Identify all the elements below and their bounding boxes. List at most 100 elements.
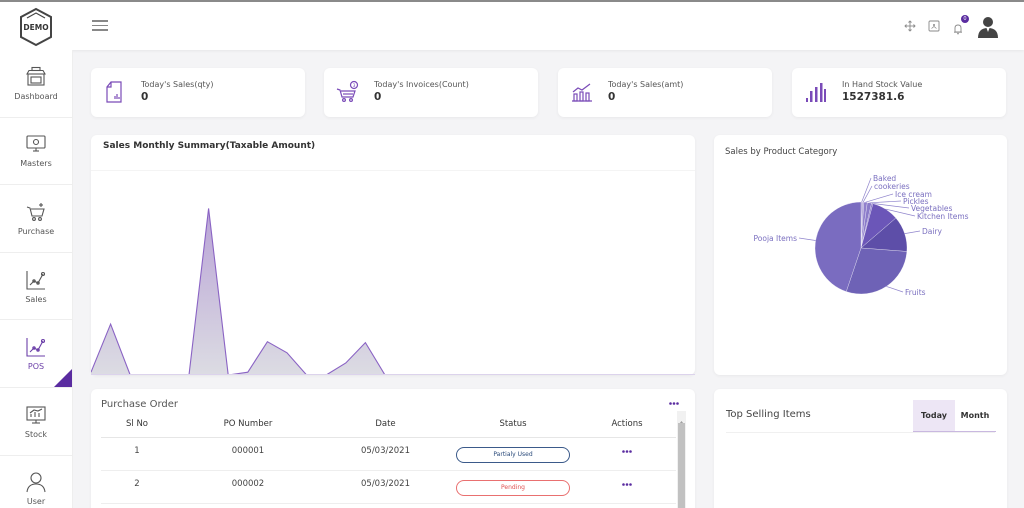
notifications-button[interactable]: 0 [952, 15, 969, 35]
presentation-chart-icon [26, 406, 46, 424]
cart-badge-icon: 3 [336, 80, 359, 103]
hamburger-line [92, 29, 108, 31]
sidebar-item-pos[interactable]: POS [0, 320, 72, 388]
document-chart-icon [106, 81, 122, 103]
table-row[interactable]: 2 000002 05/03/2021 Pending [101, 470, 676, 504]
sidebar: Dashboard Masters Purchase Sales POS Sto… [0, 50, 73, 508]
stat-label: Today's Invoices(Count) [374, 80, 469, 89]
user-icon [26, 472, 46, 493]
line-chart-icon [26, 270, 46, 290]
status-badge: Partialy Used [456, 446, 570, 463]
stat-value: 0 [141, 91, 149, 103]
fullscreen-icon[interactable] [928, 20, 940, 32]
row-actions-icon[interactable] [622, 449, 632, 453]
pie-chart: BakedcookeriesIce creamPicklesVegetables… [754, 174, 969, 297]
store-icon [26, 66, 46, 86]
area-chart [91, 208, 695, 375]
column-header[interactable]: Date [323, 411, 448, 438]
stat-card-stock-value: In Hand Stock Value 1527381.6 [792, 68, 1006, 117]
tab-today[interactable]: Today [913, 400, 955, 432]
pie-label: Dairy [922, 227, 943, 236]
move-icon[interactable] [904, 20, 916, 32]
purchase-order-card: Purchase Order Sl No PO Number Date Stat… [91, 389, 695, 508]
sidebar-item-label: Purchase [17, 226, 55, 236]
actions-cell [578, 437, 676, 471]
notification-badge: 0 [961, 15, 969, 23]
table-header-row: Sl No PO Number Date Status Actions [101, 411, 676, 438]
stat-label: Today's Sales(qty) [141, 80, 214, 89]
purchase-order-title: Purchase Order [101, 399, 179, 410]
po-number-cell: 000001 [173, 437, 323, 471]
menu-toggle-button[interactable] [92, 20, 108, 32]
column-header[interactable]: Actions [578, 411, 676, 438]
line-chart-icon [26, 338, 46, 357]
purchase-order-table-wrapper: Sl No PO Number Date Status Actions 1 00… [101, 411, 676, 504]
pie-leader-line [904, 230, 921, 234]
table-scrollbar[interactable] [677, 411, 686, 508]
sidebar-item-label: POS [27, 362, 45, 372]
scrollbar-thumb[interactable] [678, 423, 685, 508]
hamburger-line [92, 24, 108, 26]
sales-by-category-card: Sales by Product Category Baked cookeries… [714, 135, 1007, 375]
hamburger-line [92, 20, 108, 22]
pie-label: Pooja Items [754, 234, 798, 243]
column-header[interactable]: PO Number [173, 411, 323, 438]
date-cell: 05/03/2021 [323, 437, 448, 471]
sl-no-cell: 2 [101, 470, 173, 504]
date-cell: 05/03/2021 [323, 470, 448, 504]
top-bar: DEMO 0 [0, 0, 1024, 50]
sales-monthly-summary-card: Sales Monthly Summary(Taxable Amount) [91, 135, 695, 375]
sidebar-item-purchase[interactable]: Purchase [0, 185, 72, 253]
area-line [91, 208, 679, 375]
sidebar-item-label: User [26, 497, 46, 507]
status-badge: Pending [456, 479, 570, 496]
divider [726, 432, 995, 433]
logo-text: DEMO [23, 23, 48, 32]
stat-card-sales-qty: Today's Sales(qty) 0 [91, 68, 305, 117]
bar-chart-icon [806, 83, 826, 102]
sidebar-item-masters[interactable]: Masters [0, 118, 72, 186]
sl-no-cell: 1 [101, 437, 173, 471]
stat-card-invoices-count: 3 Today's Invoices(Count) 0 [324, 68, 538, 117]
pie-leader-line [869, 200, 902, 204]
row-actions-icon[interactable] [622, 482, 632, 486]
sidebar-item-dashboard[interactable]: Dashboard [0, 50, 72, 118]
top-selling-items-card: Top Selling Items Today Month [714, 389, 1007, 508]
pie-leader-line [865, 193, 894, 203]
po-number-cell: 000002 [173, 470, 323, 504]
stat-label: In Hand Stock Value [842, 80, 923, 89]
pie-leader-line [798, 237, 816, 241]
sidebar-item-label: Stock [24, 429, 48, 439]
stat-card-sales-amount: Today's Sales(amt) 0 [558, 68, 772, 117]
pie-label: Kitchen Items [917, 212, 969, 221]
top-selling-title: Top Selling Items [726, 409, 811, 420]
bell-icon [954, 24, 962, 35]
status-cell: Pending [448, 470, 578, 504]
stat-value: 1527381.6 [842, 91, 905, 103]
table-row[interactable]: 1 000001 05/03/2021 Partialy Used [101, 437, 676, 471]
user-avatar[interactable] [976, 14, 1000, 38]
stat-value: 0 [608, 91, 616, 103]
sidebar-item-label: Masters [20, 159, 52, 169]
area-fill [91, 208, 679, 375]
sidebar-item-label: Dashboard [14, 91, 58, 101]
more-options-icon[interactable] [669, 402, 679, 405]
column-header[interactable]: Sl No [101, 411, 173, 438]
monitor-icon [26, 135, 46, 152]
sidebar-item-sales[interactable]: Sales [0, 253, 72, 321]
actions-cell [578, 470, 676, 504]
cart-plus-icon [26, 202, 45, 221]
demo-logo[interactable]: DEMO [18, 7, 54, 47]
status-cell: Partialy Used [448, 437, 578, 471]
stat-label: Today's Sales(amt) [608, 80, 684, 89]
pie-label: Fruits [905, 288, 926, 297]
sidebar-item-label: Sales [25, 294, 47, 304]
bar-chart-trend-icon [572, 83, 592, 102]
sidebar-item-user[interactable]: User [0, 456, 72, 508]
column-header[interactable]: Status [448, 411, 578, 438]
tab-month[interactable]: Month [954, 400, 996, 432]
active-indicator [54, 368, 72, 387]
svg-text:3: 3 [353, 83, 356, 89]
sidebar-item-stock[interactable]: Stock [0, 388, 72, 456]
pie-leader-line [886, 286, 904, 293]
